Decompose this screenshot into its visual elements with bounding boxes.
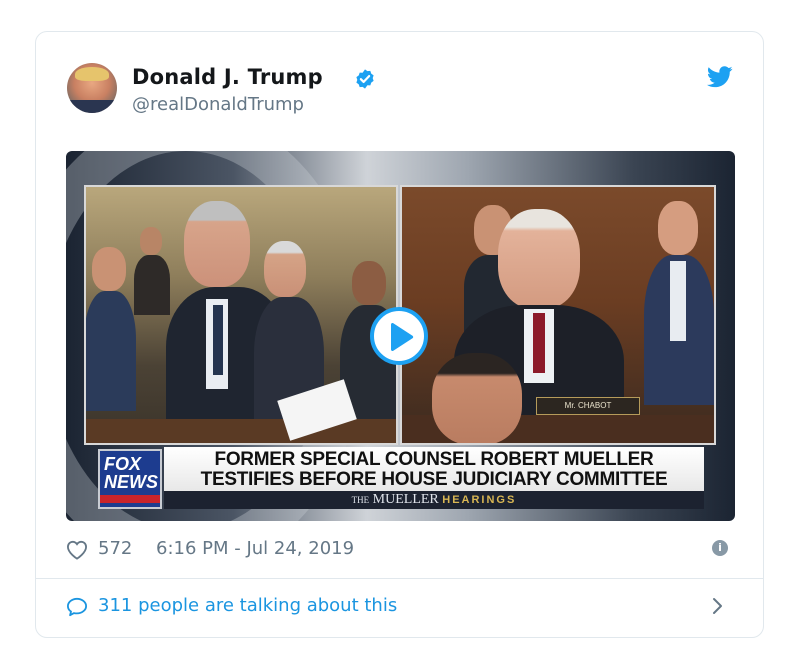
witness-table [86,419,396,443]
talking-count[interactable]: 311 people are talking about this [98,595,397,616]
chevron-right-icon[interactable] [712,597,724,615]
avatar[interactable] [67,63,117,113]
chyron-line-1: FORMER SPECIAL COUNSEL ROBERT MUELLER [214,449,654,470]
avatar-suit [67,100,117,113]
chyron-headline: FORMER SPECIAL COUNSEL ROBERT MUELLER TE… [164,447,704,491]
heart-icon[interactable] [66,540,88,560]
twitter-bird-icon[interactable] [707,66,733,88]
news-chyron: FOX NEWS FORMER SPECIAL COUNSEL ROBERT M… [98,447,704,509]
fox-news-logo-text: FOX NEWS [104,454,158,492]
hearings-bar: THE MUELLER HEARINGS [164,491,704,509]
chyron-line-2: TESTIFIES BEFORE HOUSE JUDICIARY COMMITT… [200,469,668,490]
verified-badge-icon [356,69,374,89]
nameplate: Mr. CHABOT [536,397,640,415]
tweet-card: Donald J. Trump @realDonaldTrump Mr. CHA… [35,31,764,638]
video-frame-left [84,185,398,445]
bar-prefix: THE [351,495,370,505]
video-frame-right: Mr. CHABOT [400,185,716,445]
avatar-hair [75,67,109,81]
bar-suffix: HEARINGS [442,494,517,506]
video-player[interactable]: Mr. CHABOT FOX NEWS FORMER SPECIAL COUNS… [66,151,735,521]
speech-bubble-icon [67,597,87,617]
like-count[interactable]: 572 [98,538,132,559]
author-name[interactable]: Donald J. Trump [132,65,323,89]
author-handle[interactable]: @realDonaldTrump [132,94,304,115]
divider [36,578,763,579]
tweet-timestamp[interactable]: 6:16 PM - Jul 24, 2019 [156,538,354,559]
fox-news-logo: FOX NEWS [98,449,162,509]
info-icon[interactable]: i [712,540,728,556]
play-icon [391,323,414,351]
bar-title: MUELLER [372,492,439,507]
play-button[interactable] [370,307,428,365]
